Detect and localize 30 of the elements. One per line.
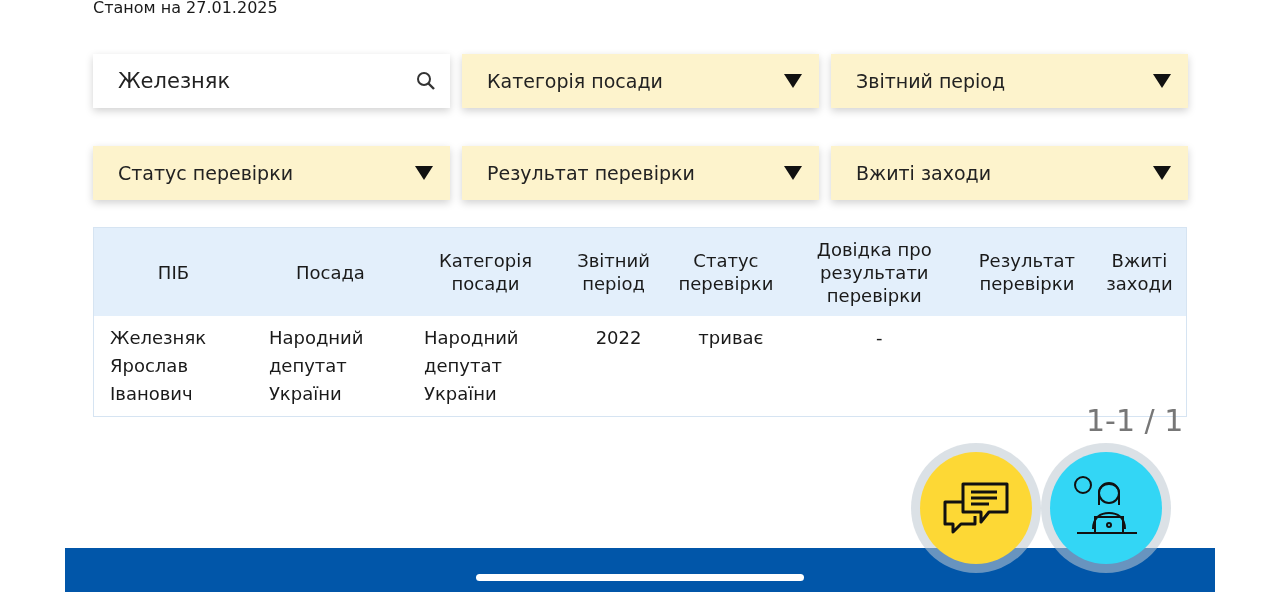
table-cell: 2022 xyxy=(563,316,665,417)
column-header: Звітний період xyxy=(563,227,665,316)
caret-icon xyxy=(1152,73,1172,89)
as-of-date: Станом на 27.01.2025 xyxy=(93,0,279,18)
search-field[interactable]: Железняк xyxy=(93,54,450,108)
column-header: Довідка про результати перевірки xyxy=(787,227,961,316)
filter-dropdown[interactable]: Вжиті заходи xyxy=(831,146,1188,200)
filter-dropdown[interactable]: Статус перевірки xyxy=(93,146,450,200)
caret-icon xyxy=(783,165,803,181)
column-header: ПІБ xyxy=(93,227,253,316)
support-button[interactable] xyxy=(1050,452,1162,564)
column-header: Результат перевірки xyxy=(960,227,1093,316)
caret-icon xyxy=(1152,165,1172,181)
chat-button[interactable] xyxy=(920,452,1032,564)
filter-dropdown[interactable]: Звітний період xyxy=(831,54,1188,108)
column-header: Вжиті заходи xyxy=(1092,227,1187,316)
filter-dropdown[interactable]: Результат перевірки xyxy=(462,146,819,200)
table-cell: Железняк Ярослав Іванович xyxy=(93,316,253,417)
filter-dropdown[interactable]: Категорія посади xyxy=(462,54,819,108)
table-cell: Народний депутат України xyxy=(252,316,408,417)
caret-icon xyxy=(783,73,803,89)
column-header: Категорія посади xyxy=(407,227,563,316)
search-icon xyxy=(416,71,436,91)
column-header: Посада xyxy=(252,227,408,316)
caret-icon xyxy=(414,165,434,181)
table-cell: Народний депутат України xyxy=(407,316,563,417)
pagination-label: 1-1 / 1 xyxy=(1086,404,1184,438)
table-cell: триває xyxy=(664,316,788,417)
column-header: Статус перевірки xyxy=(664,227,788,316)
table-cell: - xyxy=(787,316,961,417)
